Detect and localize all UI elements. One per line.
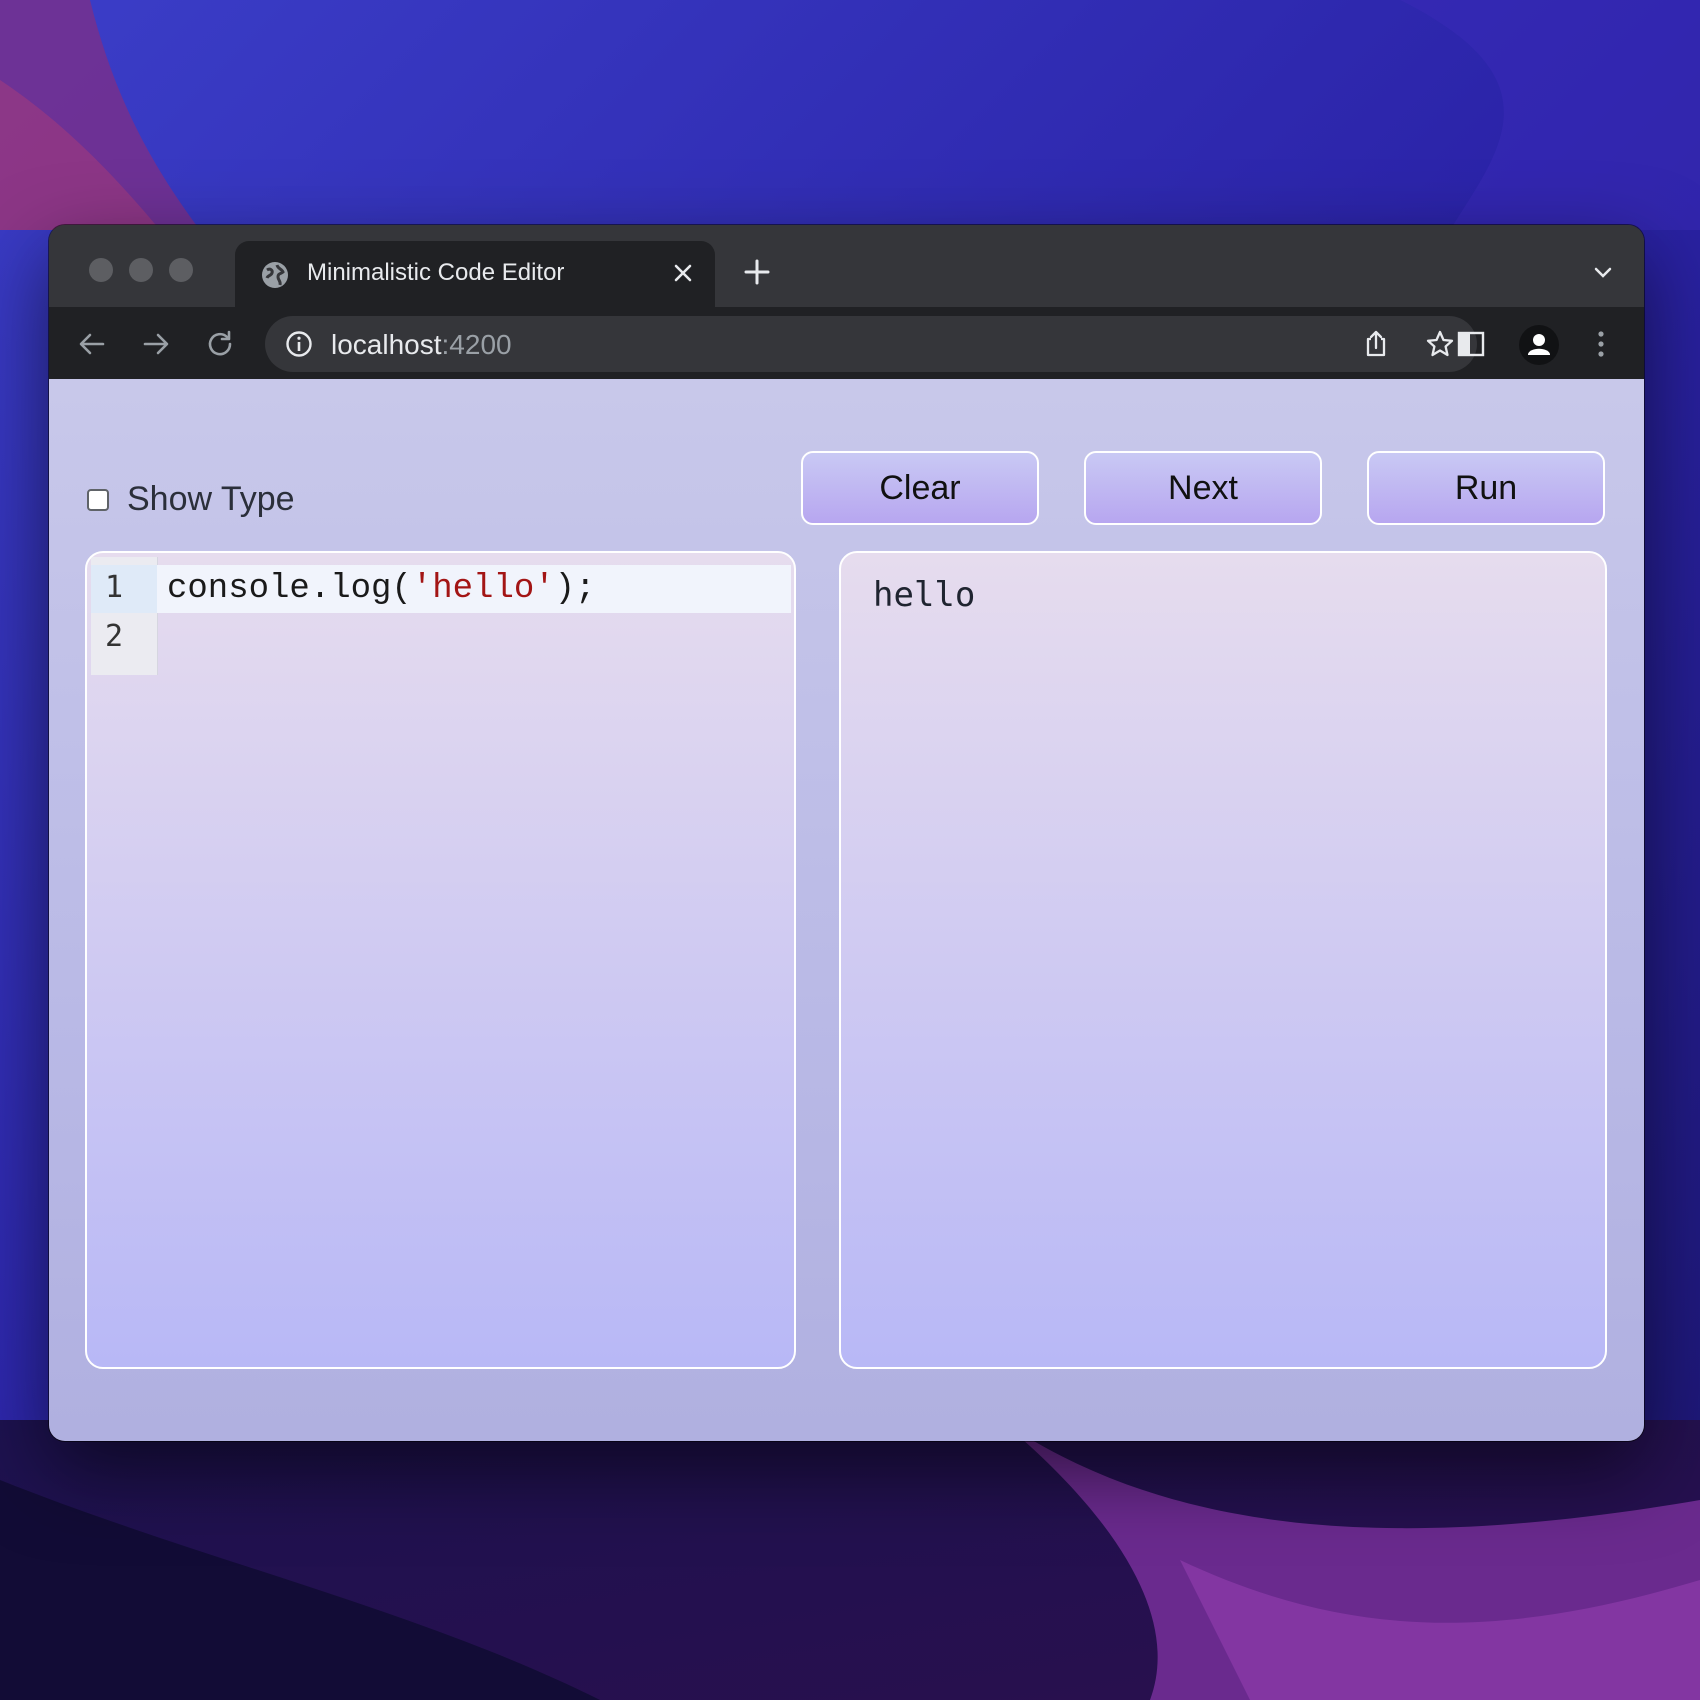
reload-icon[interactable] [205, 329, 235, 359]
info-icon[interactable] [285, 330, 313, 358]
arrow-left-icon[interactable] [77, 329, 107, 359]
show-type-toggle[interactable]: Show Type [87, 480, 295, 519]
output-panel: hello [839, 551, 1607, 1369]
code-token: ); [554, 570, 596, 608]
chevron-down-icon[interactable] [1592, 261, 1614, 283]
minimize-window-button[interactable] [129, 258, 153, 282]
code-string-token: 'hello' [411, 570, 555, 608]
star-icon[interactable] [1425, 329, 1455, 359]
tab-active[interactable]: Minimalistic Code Editor [235, 241, 715, 307]
line-number: 1 [105, 570, 124, 605]
url-port: :4200 [441, 329, 512, 360]
next-button[interactable]: Next [1084, 451, 1322, 525]
url-text[interactable]: localhost:4200 [331, 329, 512, 361]
zoom-window-button[interactable] [169, 258, 193, 282]
address-bar[interactable]: localhost:4200 [265, 316, 1477, 372]
line-number: 2 [105, 619, 124, 654]
show-type-label: Show Type [127, 480, 295, 518]
clear-button[interactable]: Clear [801, 451, 1039, 525]
app-page: Show Type Clear Next Run 1 2 console.log… [49, 379, 1644, 1441]
globe-icon [262, 262, 288, 288]
browser-window: Minimalistic Code Editor localhost:4200 … [49, 225, 1644, 1441]
code-editor[interactable]: 1 2 console.log('hello'); [85, 551, 796, 1369]
arrow-right-icon[interactable] [141, 329, 171, 359]
tab-bar: Minimalistic Code Editor [49, 225, 1644, 307]
share-icon[interactable] [1361, 329, 1391, 359]
close-window-button[interactable] [89, 258, 113, 282]
browser-toolbar: localhost:4200 [49, 307, 1644, 379]
show-type-checkbox[interactable] [87, 488, 109, 511]
url-host: localhost [331, 329, 442, 360]
run-button[interactable]: Run [1367, 451, 1605, 525]
code-token: console.log( [167, 570, 412, 608]
profile-icon[interactable] [1519, 325, 1559, 365]
close-icon[interactable] [669, 259, 697, 287]
kebab-menu-icon[interactable] [1585, 328, 1617, 360]
side-panel-icon[interactable] [1455, 328, 1487, 360]
output-text: hello [873, 575, 976, 615]
plus-icon[interactable] [743, 258, 771, 286]
tab-title: Minimalistic Code Editor [307, 259, 565, 286]
code-line-1[interactable]: console.log('hello'); [167, 570, 595, 608]
active-line-gutter [91, 565, 157, 613]
